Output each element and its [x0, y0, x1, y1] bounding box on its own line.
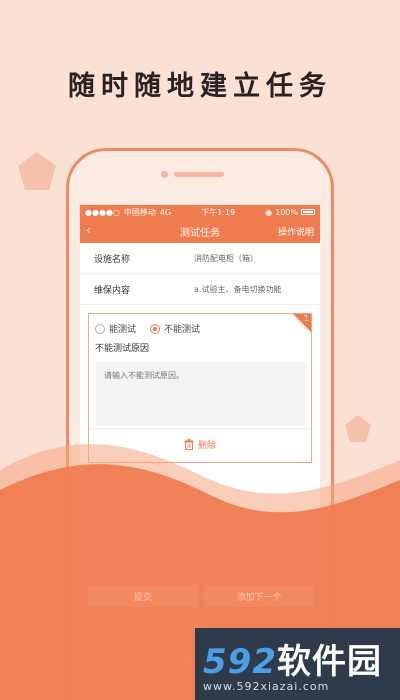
- info-row-facility: 设施名称 消防配电柜（箱）: [80, 243, 320, 274]
- lock-rotation-icon: ◉: [265, 207, 273, 217]
- page-headline: 随时随地建立任务: [68, 71, 332, 102]
- radio-cannot-test[interactable]: 不能测试: [150, 322, 200, 335]
- network-type: 4G: [159, 207, 172, 217]
- watermark-name: 软件园: [276, 642, 382, 682]
- info-row-maintenance: 维保内容 a.试验主、备电切换功能: [80, 274, 320, 305]
- chevron-left-icon: ‹: [86, 223, 91, 237]
- help-button[interactable]: 操作说明: [278, 225, 314, 238]
- back-button[interactable]: ‹: [86, 223, 91, 237]
- card-index-number: 1: [303, 314, 309, 323]
- battery-icon: [301, 209, 315, 215]
- reason-title: 不能测试原因: [95, 344, 150, 354]
- test-option-group: 能测试 不能测试: [89, 314, 311, 339]
- add-next-button[interactable]: 添加下一个: [204, 585, 314, 607]
- radio-checked-icon: [150, 323, 161, 334]
- radio-label: 能测试: [109, 325, 137, 335]
- phone-camera: [161, 171, 168, 178]
- signal-icon: ●●●●○: [85, 207, 120, 217]
- info-value: a.试验主、备电切换功能: [194, 284, 282, 294]
- decorative-pentagon-left: [18, 152, 56, 190]
- battery-percent: 100%: [275, 207, 298, 217]
- watermark-url: www.592xiazai.com: [203, 680, 330, 693]
- submit-button[interactable]: 提交: [88, 585, 198, 607]
- info-label: 维保内容: [94, 285, 131, 296]
- reason-input[interactable]: [96, 362, 306, 426]
- status-time: 下午1:19: [201, 207, 236, 217]
- radio-label: 不能测试: [164, 325, 201, 335]
- watermark-logo: 592软件园 www.592xiazai.com: [195, 628, 400, 700]
- radio-can-test[interactable]: 能测试: [95, 322, 136, 335]
- info-label: 设施名称: [94, 254, 131, 265]
- info-value: 消防配电柜（箱）: [194, 253, 258, 263]
- bottom-action-bar: 提交 添加下一个: [88, 585, 314, 607]
- carrier-name: 中国移动: [123, 207, 156, 217]
- nav-title: 测试任务: [180, 227, 220, 239]
- card-divider: [89, 428, 311, 429]
- status-bar: ●●●●○ 中国移动 4G 下午1:19 ◉ 100%: [80, 205, 320, 219]
- phone-speaker: [174, 172, 224, 177]
- radio-circle-icon: [95, 323, 105, 334]
- watermark-number: 592: [203, 642, 277, 682]
- watermark-title: 592软件园: [203, 634, 382, 683]
- nav-bar: ‹ 测试任务 操作说明: [80, 219, 320, 243]
